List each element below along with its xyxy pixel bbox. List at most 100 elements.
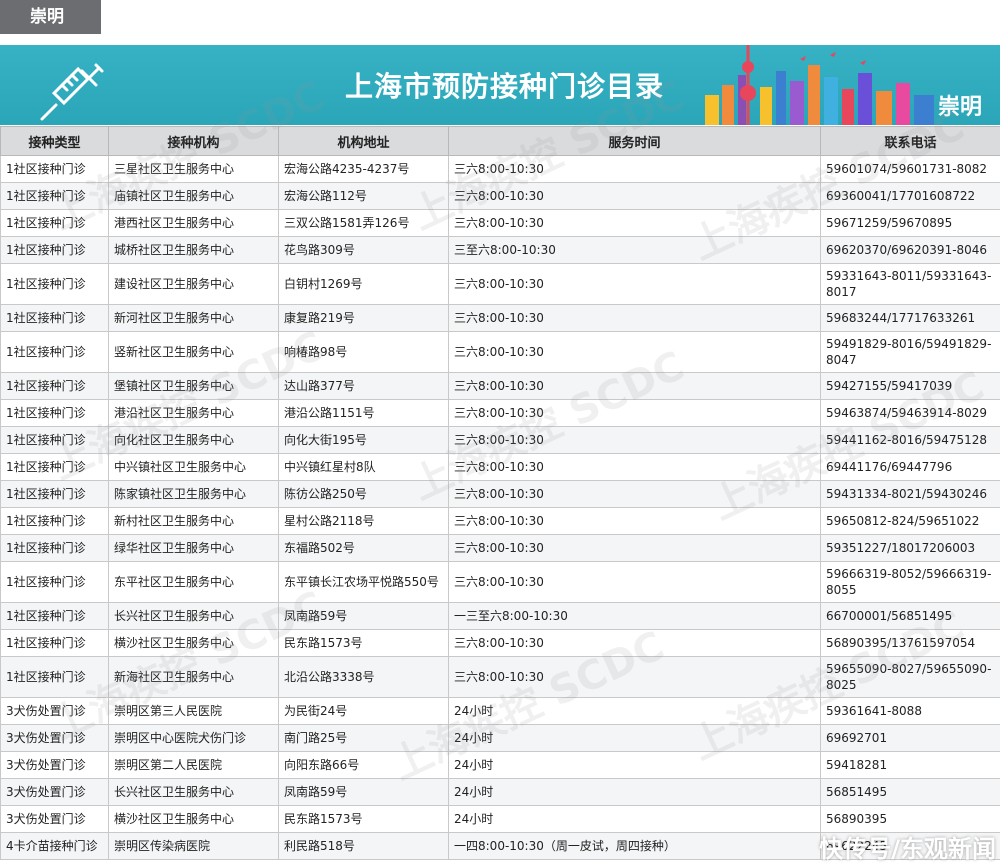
table-row: 1社区接种门诊 港沿社区卫生服务中心 港沿公路1151号 三六8:00-10:30 59…: [0, 399, 1000, 427]
banner: 上海市预防接种门诊目录 崇明: [0, 45, 1000, 125]
cell-phone: 59683244/17717633261: [820, 304, 1000, 332]
cell-hours: 三六8:00-10:30: [448, 480, 821, 508]
header-phone: 联系电话: [820, 126, 1000, 156]
table-row: 1社区接种门诊 三星社区卫生服务中心 宏海公路4235-4237号 三六8:00-10…: [0, 155, 1000, 183]
cell-type: 1社区接种门诊: [0, 209, 109, 237]
cell-type: 3犬伤处置门诊: [0, 751, 109, 779]
cell-institution: 新河社区卫生服务中心: [108, 304, 279, 332]
table-row: 1社区接种门诊 堡镇社区卫生服务中心 达山路377号 三六8:00-10:30 5942…: [0, 372, 1000, 400]
cell-type: 3犬伤处置门诊: [0, 778, 109, 806]
cell-phone: 59601074/59601731-8082: [820, 155, 1000, 183]
district-tag: 崇明: [0, 0, 101, 34]
table-row: 1社区接种门诊 新海社区卫生服务中心 北沿公路3338号 三六8:00-10:30 59…: [0, 656, 1000, 698]
table-row: 1社区接种门诊 建设社区卫生服务中心 白钥村1269号 三六8:00-10:30 593…: [0, 263, 1000, 305]
cell-hours: 三六8:00-10:30: [448, 453, 821, 481]
table-row: 1社区接种门诊 陈家镇社区卫生服务中心 陈彷公路250号 三六8:00-10:30 59…: [0, 480, 1000, 508]
table-row: 1社区接种门诊 庙镇社区卫生服务中心 宏海公路112号 三六8:00-10:30 693…: [0, 182, 1000, 210]
cell-address: 三双公路1581弄126号: [278, 209, 449, 237]
cell-address: 凤南路59号: [278, 602, 449, 630]
cell-hours: 三六8:00-10:30: [448, 507, 821, 535]
cell-institution: 崇明区传染病医院: [108, 832, 279, 860]
cell-phone: 69441176/69447796: [820, 453, 1000, 481]
table-row: 1社区接种门诊 新村社区卫生服务中心 星村公路2118号 三六8:00-10:30 59…: [0, 507, 1000, 535]
cell-type: 1社区接种门诊: [0, 534, 109, 562]
cell-type: 1社区接种门诊: [0, 507, 109, 535]
cell-type: 1社区接种门诊: [0, 480, 109, 508]
cell-institution: 庙镇社区卫生服务中心: [108, 182, 279, 210]
cell-address: 响椿路98号: [278, 331, 449, 373]
cell-hours: 三六8:00-10:30: [448, 209, 821, 237]
cell-hours: 24小时: [448, 805, 821, 833]
cell-address: 花鸟路309号: [278, 236, 449, 264]
banner-title: 上海市预防接种门诊目录: [345, 70, 665, 103]
cell-address: 利民路518号: [278, 832, 449, 860]
cell-hours: 三六8:00-10:30: [448, 426, 821, 454]
cell-type: 1社区接种门诊: [0, 304, 109, 332]
cell-phone: 56851495: [820, 778, 1000, 806]
cell-type: 1社区接种门诊: [0, 399, 109, 427]
cell-institution: 三星社区卫生服务中心: [108, 155, 279, 183]
cell-address: 向化大街195号: [278, 426, 449, 454]
banner-district: 崇明: [938, 95, 983, 120]
cell-phone: 69620370/69620391-8046: [820, 236, 1000, 264]
header-hours: 服务时间: [448, 126, 821, 156]
cell-type: 1社区接种门诊: [0, 155, 109, 183]
cell-type: 4卡介苗接种门诊: [0, 832, 109, 860]
cell-hours: 三六8:00-10:30: [448, 656, 821, 698]
cell-phone: 59463874/59463914-8029: [820, 399, 1000, 427]
cell-hours: 24小时: [448, 751, 821, 779]
table-row: 1社区接种门诊 横沙社区卫生服务中心 民东路1573号 三六8:00-10:30 568…: [0, 629, 1000, 657]
cell-hours: 24小时: [448, 697, 821, 725]
cell-type: 1社区接种门诊: [0, 426, 109, 454]
header-type: 接种类型: [0, 126, 109, 156]
cell-phone: 59666319-8052/59666319-8055: [820, 561, 1000, 603]
cell-type: 1社区接种门诊: [0, 561, 109, 603]
cell-address: 凤南路59号: [278, 778, 449, 806]
cell-phone: 69692701: [820, 724, 1000, 752]
table-row: 3犬伤处置门诊 长兴社区卫生服务中心 凤南路59号 24小时 56851495: [0, 778, 1000, 806]
cell-address: 陈彷公路250号: [278, 480, 449, 508]
syringe-icon: [40, 63, 104, 121]
cell-type: 1社区接种门诊: [0, 629, 109, 657]
table-row: 1社区接种门诊 竖新社区卫生服务中心 响椿路98号 三六8:00-10:30 59491…: [0, 331, 1000, 373]
cell-address: 白钥村1269号: [278, 263, 449, 305]
table-row: 1社区接种门诊 长兴社区卫生服务中心 凤南路59号 一三至六8:00-10:30 667…: [0, 602, 1000, 630]
cell-address: 宏海公路4235-4237号: [278, 155, 449, 183]
cell-institution: 向化社区卫生服务中心: [108, 426, 279, 454]
cell-type: 3犬伤处置门诊: [0, 724, 109, 752]
cell-institution: 崇明区第三人民医院: [108, 697, 279, 725]
header-institution: 接种机构: [108, 126, 279, 156]
table-row: 1社区接种门诊 中兴镇社区卫生服务中心 中兴镇红星村8队 三六8:00-10:30 69…: [0, 453, 1000, 481]
cell-institution: 新村社区卫生服务中心: [108, 507, 279, 535]
cell-address: 中兴镇红星村8队: [278, 453, 449, 481]
table-row: 1社区接种门诊 向化社区卫生服务中心 向化大街195号 三六8:00-10:30 594…: [0, 426, 1000, 454]
cell-type: 3犬伤处置门诊: [0, 805, 109, 833]
cell-hours: 三六8:00-10:30: [448, 304, 821, 332]
cell-hours: 三六8:00-10:30: [448, 182, 821, 210]
cell-institution: 堡镇社区卫生服务中心: [108, 372, 279, 400]
cell-type: 1社区接种门诊: [0, 372, 109, 400]
cell-hours: 24小时: [448, 724, 821, 752]
cell-address: 民东路1573号: [278, 629, 449, 657]
cell-hours: 三六8:00-10:30: [448, 534, 821, 562]
cell-type: 1社区接种门诊: [0, 453, 109, 481]
header-address: 机构地址: [278, 126, 449, 156]
table-row: 1社区接种门诊 新河社区卫生服务中心 康复路219号 三六8:00-10:30 5968…: [0, 304, 1000, 332]
table-row: 1社区接种门诊 绿华社区卫生服务中心 东福路502号 三六8:00-10:30 5935…: [0, 534, 1000, 562]
cell-address: 民东路1573号: [278, 805, 449, 833]
table-row: 3犬伤处置门诊 崇明区中心医院犬伤门诊 南门路25号 24小时 69692701: [0, 724, 1000, 752]
cell-hours: 三六8:00-10:30: [448, 331, 821, 373]
cell-institution: 横沙社区卫生服务中心: [108, 629, 279, 657]
cell-phone: 59427155/59417039: [820, 372, 1000, 400]
cell-institution: 崇明区中心医院犬伤门诊: [108, 724, 279, 752]
cell-phone: 59655090-8027/59655090-8025: [820, 656, 1000, 698]
cell-type: 1社区接种门诊: [0, 263, 109, 305]
cell-phone: 66700001/56851495: [820, 602, 1000, 630]
cell-type: 1社区接种门诊: [0, 602, 109, 630]
cell-address: 为民街24号: [278, 697, 449, 725]
cell-phone: 59650812-824/59651022: [820, 507, 1000, 535]
cell-phone: 59418281: [820, 751, 1000, 779]
cell-institution: 长兴社区卫生服务中心: [108, 602, 279, 630]
table-header-row: 接种类型 接种机构 机构地址 服务时间 联系电话: [0, 126, 1000, 156]
cell-type: 1社区接种门诊: [0, 236, 109, 264]
